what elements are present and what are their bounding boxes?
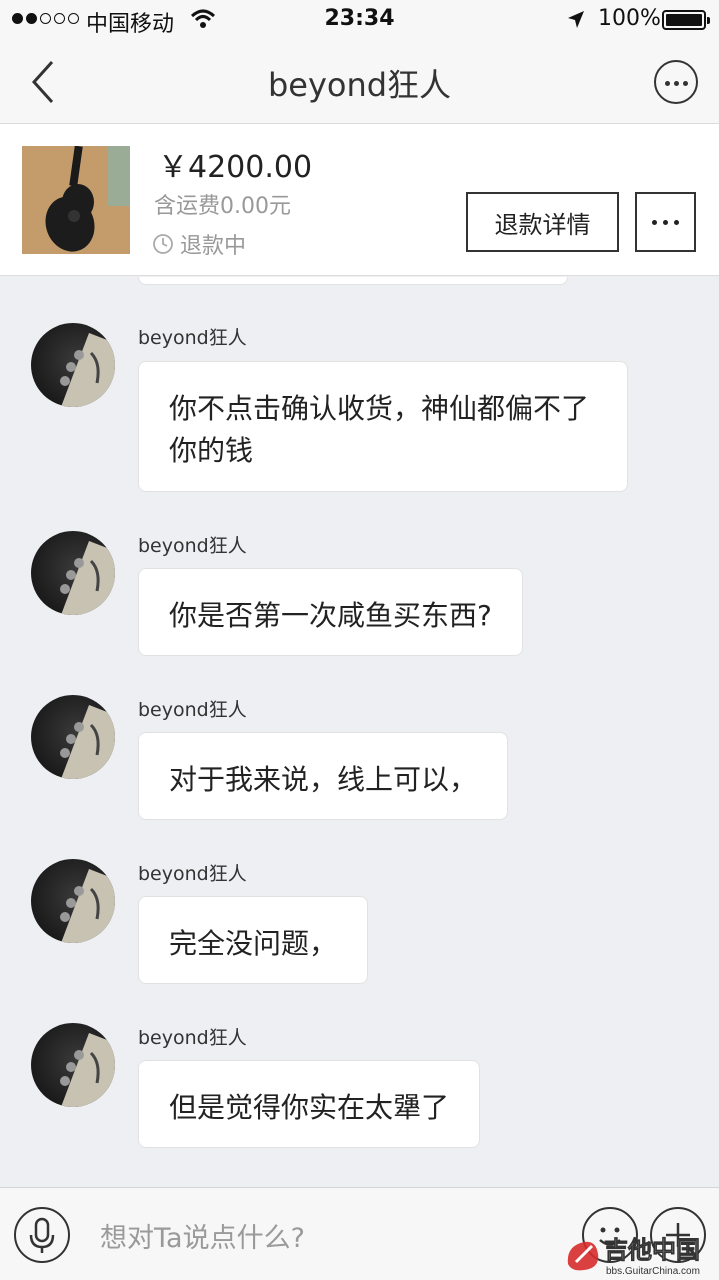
product-image[interactable] [22, 146, 130, 254]
watermark-title: 吉他中国 [604, 1237, 700, 1264]
message-input[interactable]: 想对Ta说点什么? [100, 1216, 305, 1255]
message-bubble[interactable]: 对于我来说，线上可以， [138, 732, 509, 820]
message-bubble[interactable]: 你不点击确认收货，神仙都偏不了你的钱 [138, 361, 628, 492]
sender-name: beyond狂人 [138, 327, 247, 349]
message-bubble[interactable]: 完全没问题， [138, 896, 369, 984]
message-bubble[interactable]: 你是否第一次咸鱼买东西? [138, 568, 523, 656]
chat-screen: 中国移动 23:34 100% beyond狂人 ￥4200.00 含运费0.0… [0, 0, 719, 1280]
watermark-logo: 吉他中国 bbs.GuitarChina.com [562, 1224, 719, 1280]
battery-percentage: 100% [598, 6, 661, 31]
avatar[interactable] [31, 695, 115, 779]
product-price: ￥4200.00 [158, 150, 313, 185]
more-actions-button[interactable] [635, 192, 696, 252]
sender-name: beyond狂人 [138, 535, 247, 557]
avatar[interactable] [31, 1023, 115, 1107]
avatar[interactable] [31, 323, 115, 407]
more-options-icon[interactable] [654, 60, 698, 104]
page-title: beyond狂人 [267, 66, 452, 104]
status-bar: 中国移动 23:34 100% [0, 0, 719, 40]
clock-icon [153, 234, 173, 254]
microphone-icon[interactable] [14, 1207, 70, 1263]
avatar[interactable] [31, 859, 115, 943]
avatar[interactable] [31, 531, 115, 615]
location-arrow-icon [566, 9, 586, 37]
battery-icon [662, 10, 710, 30]
sender-name: beyond狂人 [138, 863, 247, 885]
refund-status-label: 退款中 [180, 234, 247, 259]
product-card[interactable]: ￥4200.00 含运费0.00元 退款中 退款详情 [0, 124, 719, 276]
message-bubble[interactable]: 但是觉得你实在太犟了 [138, 1060, 481, 1148]
sender-name: beyond狂人 [138, 1027, 247, 1049]
navigation-bar: beyond狂人 [0, 40, 719, 124]
refund-status: 退款中 [152, 228, 246, 260]
chat-messages[interactable]: beyond狂人 你不点击确认收货，神仙都偏不了你的钱 beyond狂人 你是否… [0, 277, 719, 1187]
previous-message-bubble [138, 277, 568, 285]
shipping-fee: 含运费0.00元 [154, 194, 291, 219]
refund-details-button[interactable]: 退款详情 [466, 192, 619, 252]
sender-name: beyond狂人 [138, 699, 247, 721]
watermark-url: bbs.GuitarChina.com [606, 1266, 700, 1277]
